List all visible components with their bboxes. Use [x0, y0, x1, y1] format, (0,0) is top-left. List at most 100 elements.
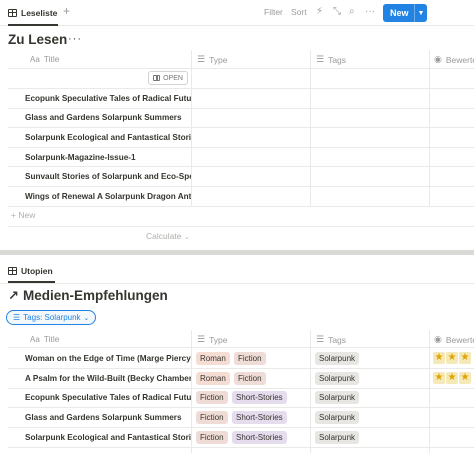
column-label: Title	[43, 334, 60, 344]
section-divider	[0, 250, 474, 255]
list-icon: ☰	[13, 313, 21, 322]
table-row[interactable]: Glass and Gardens Solarpunk Summers	[25, 113, 191, 122]
linked-database-arrow-icon: ↗	[8, 288, 19, 303]
add-row-label: New	[18, 210, 36, 220]
filter-pill-tags[interactable]: ☰ Tags: Solarpunk ⌄	[6, 310, 97, 325]
table-row[interactable]: Solarpunk Ecological and Fantastical Sto…	[25, 433, 191, 442]
row-border	[8, 447, 474, 448]
open-row-button[interactable]: OPEN	[148, 71, 188, 85]
star-icon: ★	[433, 372, 445, 384]
row-border	[8, 206, 474, 207]
column-header-title[interactable]: Aa Title	[30, 54, 60, 64]
type-tag: Short-Stories	[232, 391, 287, 404]
column-label: Tags	[328, 334, 347, 345]
row-border	[8, 388, 474, 389]
type-tag: Roman	[196, 372, 230, 385]
sort-button[interactable]: Sort	[291, 7, 307, 17]
table-row[interactable]: Ecopunk Speculative Tales of Radical Fut…	[25, 94, 191, 103]
search-icon[interactable]: ⌕	[349, 6, 355, 17]
row-border	[8, 108, 474, 109]
column-divider	[310, 50, 311, 206]
text-type-icon: Aa	[30, 54, 40, 64]
type-tag: Fiction	[196, 431, 228, 444]
column-divider	[310, 330, 311, 453]
table-row[interactable]: Woman on the Edge of Time (Marge Piercy)	[25, 354, 191, 363]
column-header-rating[interactable]: ◉ Bewerte	[434, 54, 474, 65]
column-header-tags[interactable]: ☰ Tags	[316, 334, 346, 345]
filter-label: Tags: Solarpunk	[23, 313, 81, 322]
star-icon: ★	[459, 352, 471, 364]
column-header-tags[interactable]: ☰ Tags	[316, 54, 346, 65]
list-icon: ☰	[316, 334, 325, 344]
row-border	[8, 407, 474, 408]
table-row[interactable]: Sunvault Stories of Solarpunk and Eco-Sp…	[25, 172, 191, 181]
column-header-title[interactable]: Aa Title	[30, 334, 60, 344]
column-header-rating[interactable]: ◉ Bewerte	[434, 334, 474, 345]
table-row[interactable]: Ecopunk Speculative Tales of Radical Fut…	[25, 393, 191, 402]
list-icon: ☰	[197, 334, 206, 344]
column-label: Type	[209, 54, 228, 65]
clock-icon: ◉	[434, 54, 442, 64]
tab-utopien[interactable]: Utopien	[8, 263, 53, 279]
tag-chip: Solarpunk	[315, 352, 360, 365]
chevron-down-icon[interactable]: ▼	[414, 4, 427, 22]
column-label: Type	[209, 334, 228, 345]
column-divider	[191, 50, 192, 206]
calculate-label: Calculate	[146, 231, 182, 241]
resize-icon[interactable]: ⤡	[333, 6, 341, 17]
view-tabbar: Leseliste + Filter Sort ⚡ ⤡ ⌕ ··· New ▼	[0, 0, 474, 26]
column-label: Bewerte	[445, 54, 474, 65]
tag-chip: Solarpunk	[315, 411, 360, 424]
add-row-button[interactable]: + New	[11, 210, 35, 220]
table-row[interactable]: Wings of Renewal A Solarpunk Dragon Anth…	[25, 192, 191, 201]
filter-button[interactable]: Filter	[264, 7, 283, 17]
star-icon: ★	[459, 372, 471, 384]
table-row[interactable]: A Psalm for the Wild-Built (Becky Chambe…	[25, 374, 191, 383]
calculate-button[interactable]: Calculate ⌄	[146, 231, 190, 241]
row-border	[8, 427, 474, 428]
table-row[interactable]: Solarpunk Ecological and Fantastical Sto…	[25, 133, 191, 142]
column-label: Bewerte	[445, 334, 474, 345]
column-label: Title	[43, 54, 60, 64]
list-icon: ☰	[316, 54, 325, 64]
clock-icon: ◉	[434, 334, 442, 344]
column-header-type[interactable]: ☰ Type	[197, 334, 228, 345]
type-tag: Short-Stories	[232, 431, 287, 444]
column-divider	[429, 50, 430, 206]
tab-label: Leseliste	[21, 8, 58, 18]
row-border	[8, 147, 474, 148]
table-row[interactable]: Glass and Gardens Solarpunk Summers	[25, 413, 191, 422]
column-header-type[interactable]: ☰ Type	[197, 54, 228, 65]
star-icon: ★	[433, 352, 445, 364]
chevron-down-icon: ⌄	[183, 234, 190, 241]
type-tag: Fiction	[234, 372, 266, 385]
row-border	[8, 226, 474, 227]
add-view-button[interactable]: +	[63, 4, 70, 18]
active-tab-indicator	[8, 24, 58, 26]
rating-stars: ★ ★ ★	[433, 352, 471, 364]
new-button-label: New	[390, 8, 409, 18]
type-tag: Short-Stories	[232, 411, 287, 424]
more-options-icon[interactable]: ···	[68, 33, 82, 45]
plus-icon: +	[11, 210, 16, 220]
text-type-icon: Aa	[30, 334, 40, 344]
more-icon[interactable]: ···	[365, 6, 375, 17]
chevron-down-icon: ⌄	[83, 314, 90, 322]
type-tag: Fiction	[234, 352, 266, 365]
star-icon: ★	[446, 372, 458, 384]
open-label: OPEN	[163, 74, 183, 82]
type-tag: Roman	[196, 352, 230, 365]
page-title: Zu Lesen	[8, 32, 68, 47]
rating-stars: ★ ★ ★	[433, 372, 471, 384]
lightning-icon[interactable]: ⚡	[316, 6, 323, 17]
database-title[interactable]: Medien-Empfehlungen	[23, 288, 168, 303]
row-border	[8, 368, 474, 369]
table-row[interactable]: Solarpunk-Magazine-Issue-1	[25, 153, 191, 162]
type-tag: Fiction	[196, 391, 228, 404]
tag-chip: Solarpunk	[315, 372, 360, 385]
column-divider	[191, 330, 192, 453]
table-icon	[8, 267, 17, 275]
tab-leseliste[interactable]: Leseliste	[8, 5, 57, 21]
new-button[interactable]: New ▼	[383, 4, 427, 22]
row-border	[8, 166, 474, 167]
